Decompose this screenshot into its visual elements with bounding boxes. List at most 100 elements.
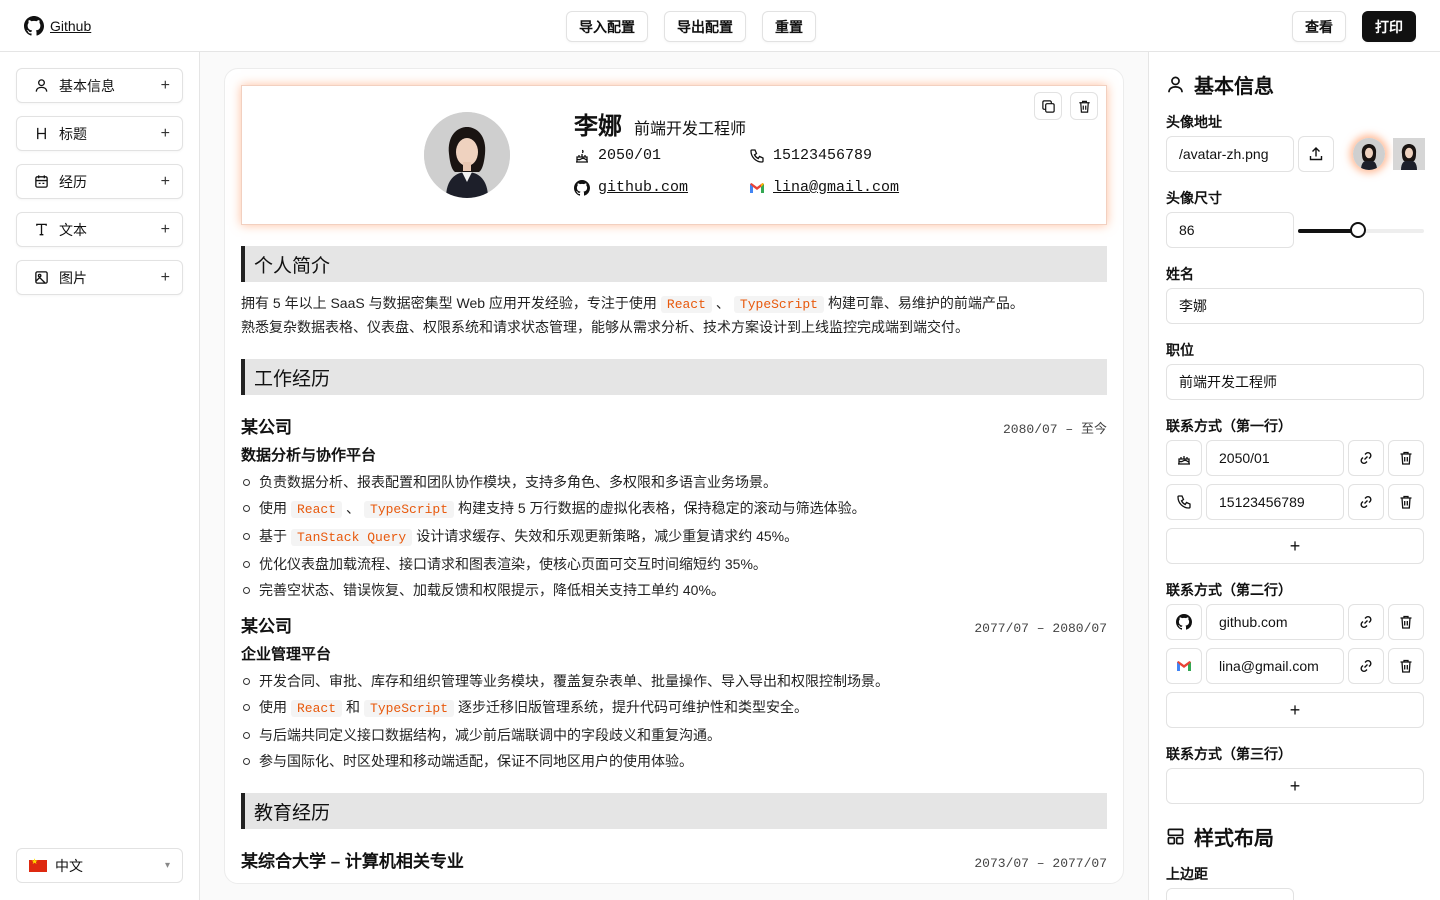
avatar-option-selected[interactable] [1353, 138, 1385, 170]
contact-link-button[interactable] [1348, 604, 1384, 640]
trash-icon [1078, 100, 1090, 113]
avatar-url-input[interactable]: /avatar-zh.png [1166, 136, 1294, 172]
panel-title: 基本信息 [1194, 76, 1274, 98]
job-header: 某公司 2077/07 – 2080/07 [241, 612, 1107, 637]
import-config-button[interactable]: 导入配置 [566, 11, 648, 42]
github-link[interactable]: Github [24, 16, 91, 36]
add-basic-info-button[interactable]: 基本信息 + [16, 68, 183, 103]
delete-block-button[interactable] [1070, 92, 1098, 120]
china-flag-icon [29, 857, 47, 872]
job-title-input[interactable]: 前端开发工程师 [1166, 364, 1424, 400]
intro-text: 熟悉复杂数据表格、仪表盘、权限系统和请求状态管理，能够从需求分析、技术方案设计到… [241, 319, 969, 335]
contact-birth-input[interactable]: 2050/01 [1206, 440, 1344, 476]
list-item: 基于 TanStack Query 设计请求缓存、失效和乐观更新策略，减少重复请求约… [241, 523, 1107, 551]
resume-name: 李娜 [574, 113, 622, 140]
top-bar: Github 导入配置 导出配置 重置 查看 打印 [0, 0, 1440, 52]
copy-block-button[interactable] [1034, 92, 1062, 120]
panel-title: 样式布局 [1194, 828, 1274, 850]
contact-row1-label: 联系方式（第一行） [1166, 418, 1292, 434]
resume-paper: 李娜 前端开发工程师 2050/01 15123456789 github.co… [224, 68, 1124, 884]
calendar-icon [33, 174, 49, 190]
add-contact-row2-button[interactable]: + [1166, 692, 1424, 728]
company-name: 某公司 [241, 617, 292, 636]
layout-icon [1167, 828, 1184, 845]
list-item: 开发合同、审批、库存和组织管理等业务模块，覆盖复杂表单、批量操作、导入导出和权限… [241, 668, 1107, 694]
email-value: lina@gmail.com [773, 179, 900, 196]
list-item: 负责数据分析、报表配置和团队协作模块，支持多角色、多权限和多语言业务场景。 [241, 469, 1107, 495]
job-title-label: 职位 [1166, 342, 1194, 358]
project-name: 企业管理平台 [241, 646, 332, 663]
plus-icon: + [160, 76, 170, 94]
intro-text: 构建可靠、易维护的前端产品。 [827, 295, 1024, 311]
margin-top-label: 上边距 [1166, 866, 1208, 882]
education-date: 2073/07 – 2077/07 [974, 856, 1107, 871]
sidebar-item-label: 图片 [59, 269, 87, 286]
list-item: 参与国际化、时区处理和移动端适配，保证不同地区用户的使用体验。 [241, 748, 1107, 774]
avatar-size-slider[interactable] [1298, 222, 1424, 238]
properties-panel: 基本信息 头像地址 /avatar-zh.png 头像尺寸 86 姓名 李娜 职… [1148, 52, 1440, 900]
heading-icon [33, 126, 49, 142]
contact-link-button[interactable] [1348, 440, 1384, 476]
separator: 、 [715, 295, 730, 311]
resume-canvas: 李娜 前端开发工程师 2050/01 15123456789 github.co… [200, 52, 1148, 900]
education-header: 某综合大学 – 计算机相关专业 2073/07 – 2077/07 [241, 847, 1107, 872]
upload-avatar-button[interactable] [1298, 136, 1334, 172]
plus-icon: + [160, 220, 170, 238]
add-image-button[interactable]: 图片 + [16, 260, 183, 295]
image-icon [33, 270, 49, 286]
avatar-size-label: 头像尺寸 [1166, 190, 1222, 206]
contact-delete-button[interactable] [1388, 648, 1424, 684]
list-item: 与后端共同定义接口数据结构，减少前后端联调中的字段歧义和重复沟通。 [241, 722, 1107, 748]
section-heading-education[interactable]: 教育经历 [241, 793, 1107, 829]
name-input[interactable]: 李娜 [1166, 288, 1424, 324]
phone-icon [750, 148, 764, 163]
section-heading-intro[interactable]: 个人简介 [241, 246, 1107, 282]
copy-icon [1041, 99, 1055, 113]
contact-github[interactable]: github.com [574, 179, 688, 196]
plus-icon: + [160, 124, 170, 142]
contact-link-button[interactable] [1348, 484, 1384, 520]
add-heading-button[interactable]: 标题 + [16, 116, 183, 151]
add-experience-button[interactable]: 经历 + [16, 164, 183, 199]
cake-icon [1178, 456, 1190, 465]
contact-link-button[interactable] [1348, 648, 1384, 684]
add-contact-row1-button[interactable]: + [1166, 528, 1424, 564]
github-link-label: Github [50, 18, 92, 34]
contact-icon-picker[interactable] [1166, 648, 1202, 684]
contact-github-input[interactable]: github.com [1206, 604, 1344, 640]
view-button[interactable]: 查看 [1292, 11, 1346, 42]
contact-delete-button[interactable] [1388, 484, 1424, 520]
slider-thumb[interactable] [1350, 222, 1367, 238]
language-select[interactable]: 中文 ▾ [16, 848, 183, 883]
contact-icon-picker[interactable] [1166, 484, 1202, 520]
contact-delete-button[interactable] [1388, 440, 1424, 476]
tech-tag: React [291, 700, 343, 717]
export-config-button[interactable]: 导出配置 [664, 11, 746, 42]
avatar-size-input[interactable]: 86 [1166, 212, 1294, 248]
contact-email[interactable]: lina@gmail.com [749, 179, 899, 196]
reset-button[interactable]: 重置 [762, 11, 816, 42]
avatar-option[interactable] [1393, 138, 1425, 170]
github-icon [24, 16, 44, 36]
add-text-button[interactable]: 文本 + [16, 212, 183, 247]
style-layout-heading: 样式布局 [1166, 822, 1274, 851]
contact-delete-button[interactable] [1388, 604, 1424, 640]
school-name: 某综合大学 – 计算机相关专业 [241, 852, 464, 871]
contact-icon-picker[interactable] [1166, 604, 1202, 640]
contact-email-input[interactable]: lina@gmail.com [1206, 648, 1344, 684]
contact-phone-input[interactable]: 15123456789 [1206, 484, 1344, 520]
contact-icon-picker[interactable] [1166, 440, 1202, 476]
tech-tag: TypeScript [733, 296, 824, 313]
plus-icon: + [160, 172, 170, 190]
intro-paragraph[interactable]: 拥有 5 年以上 SaaS 与数据密集型 Web 应用开发经验，专注于使用 Rea… [241, 292, 1107, 339]
resume-job-title: 前端开发工程师 [634, 121, 747, 138]
basic-info-block[interactable]: 李娜 前端开发工程师 2050/01 15123456789 github.co… [241, 85, 1107, 225]
print-button[interactable]: 打印 [1362, 11, 1416, 42]
add-contact-row3-button[interactable]: + [1166, 768, 1424, 804]
margin-top-input[interactable] [1166, 888, 1294, 900]
list-item: 使用 React、 TypeScript 构建支持 5 万行数据的虚拟化表格，保持稳定… [241, 495, 1107, 523]
section-heading-work[interactable]: 工作经历 [241, 359, 1107, 395]
sidebar-item-label: 文本 [59, 221, 87, 238]
company-name: 某公司 [241, 418, 292, 437]
list-item: 优化仪表盘加载流程、接口请求和图表渲染，使核心页面可交互时间缩短约 35%。 [241, 551, 1107, 577]
